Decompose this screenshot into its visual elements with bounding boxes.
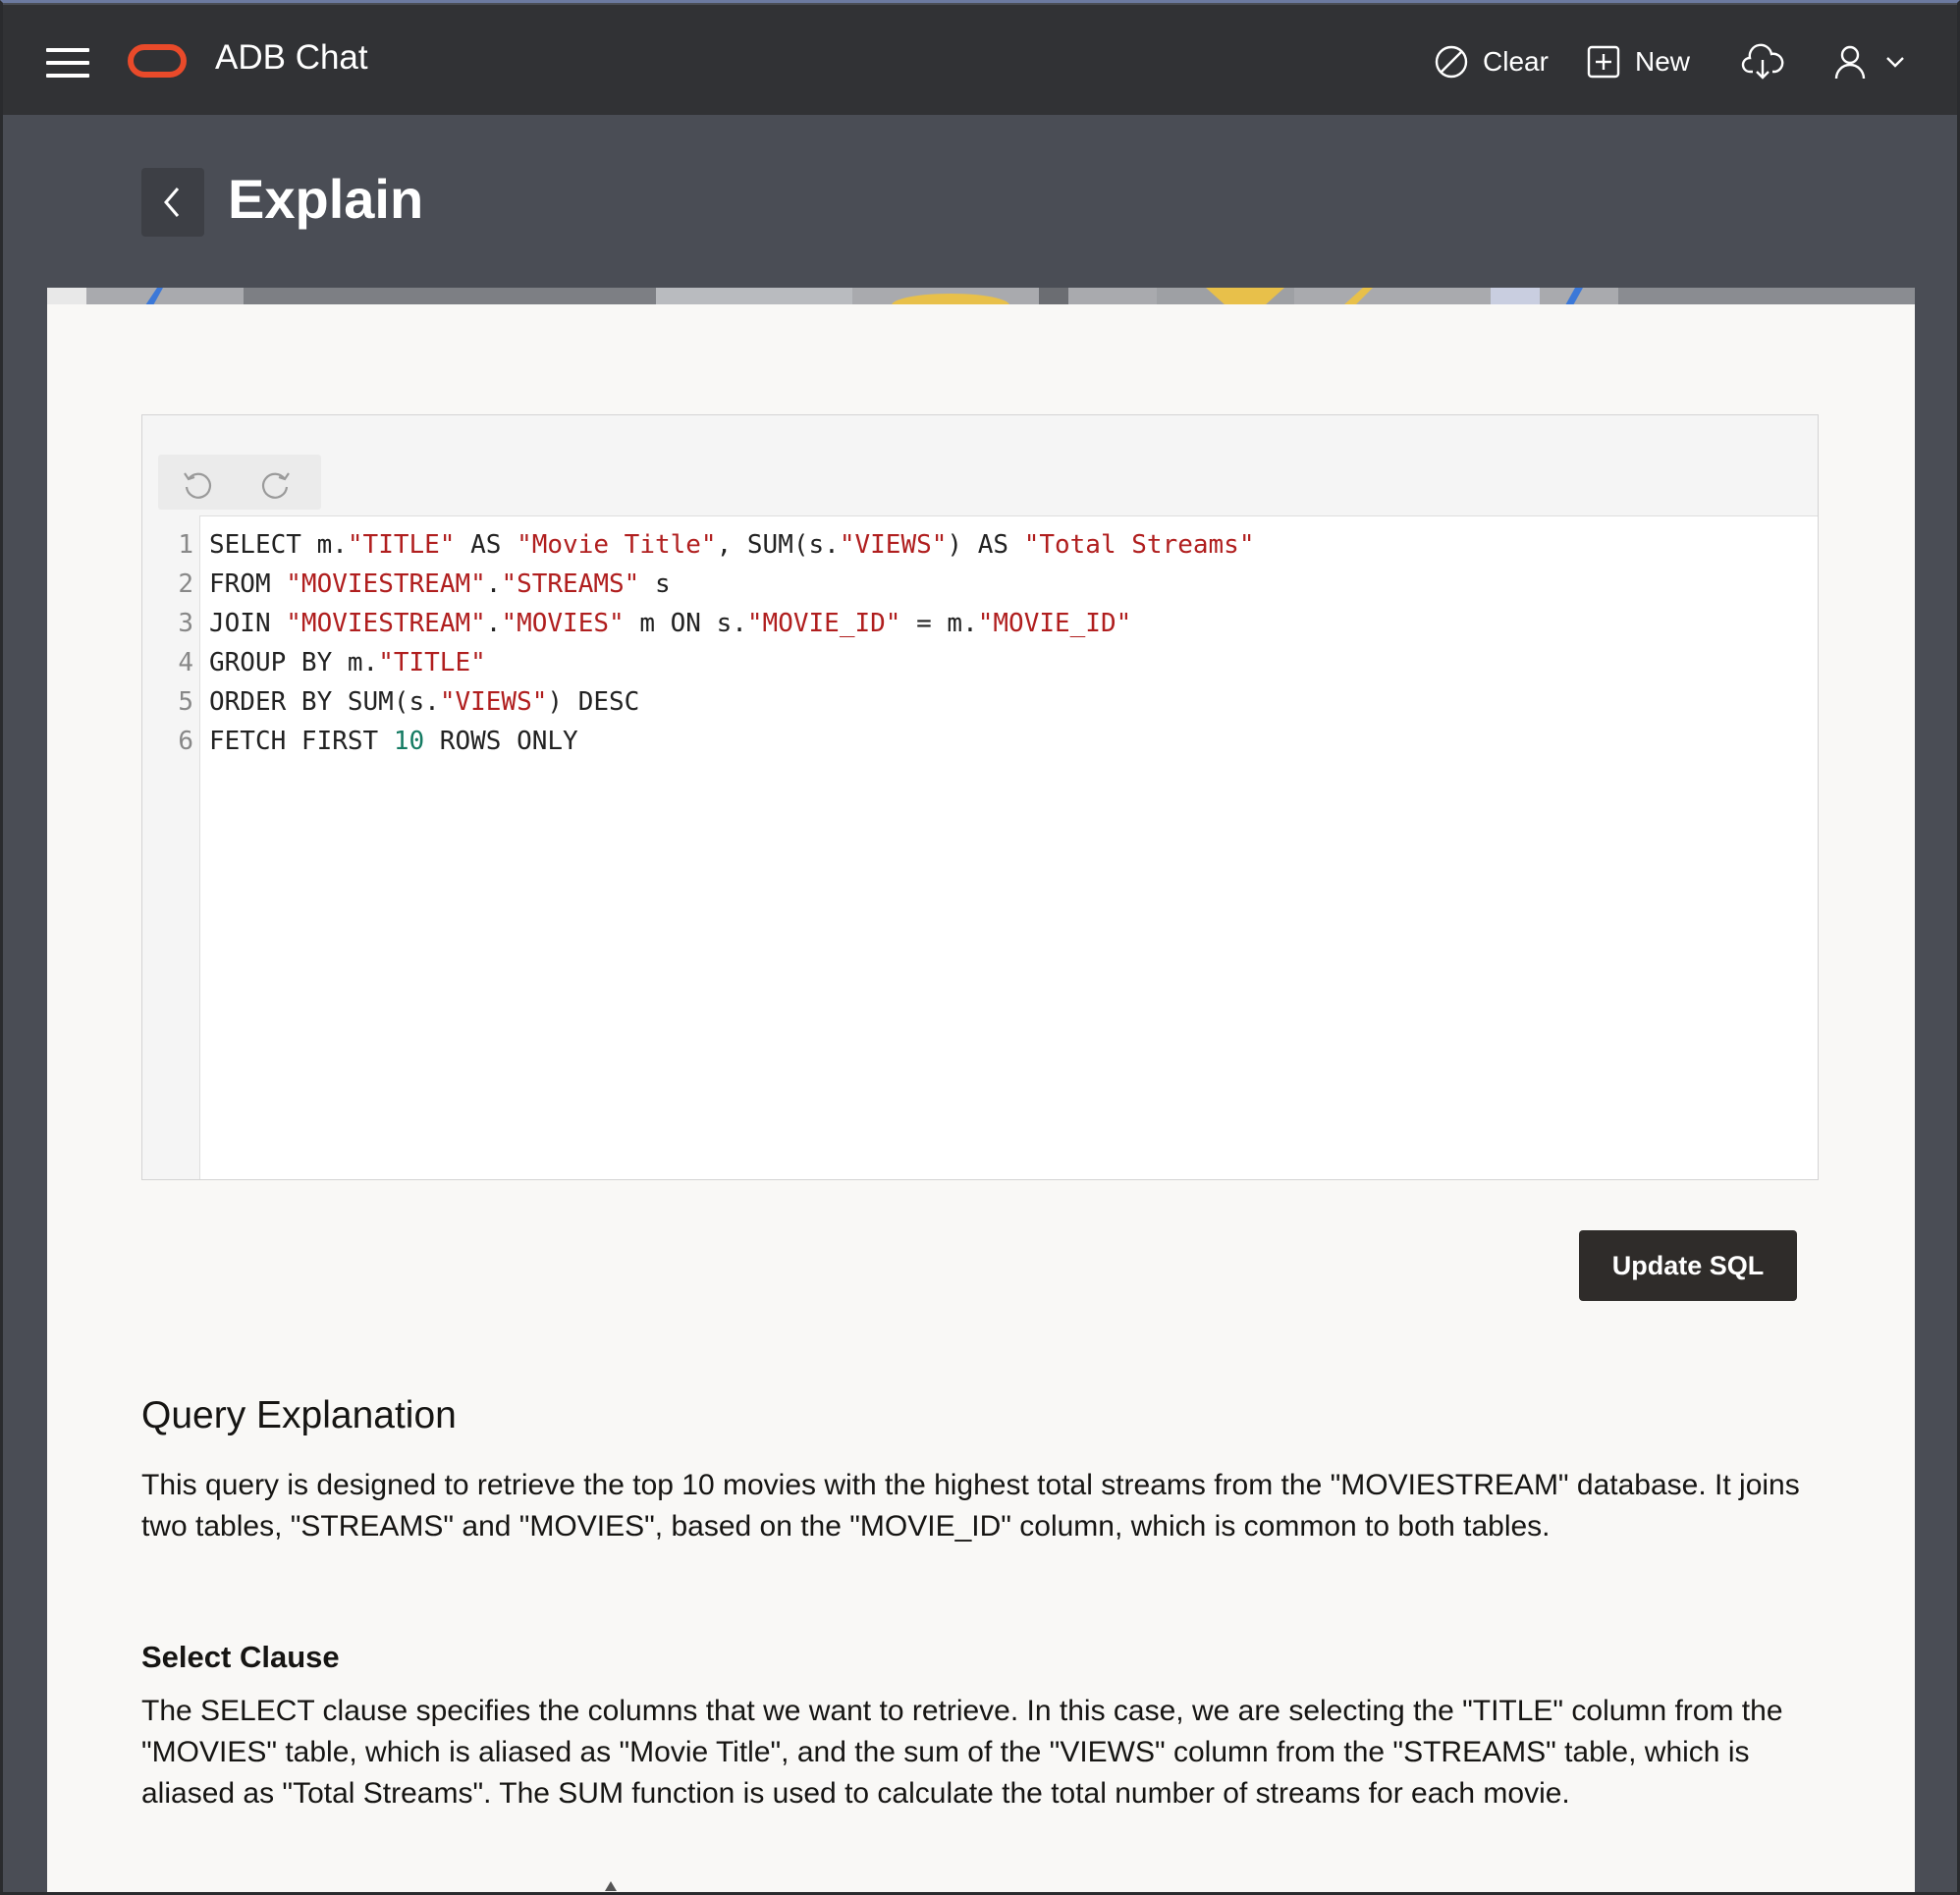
chevron-down-icon — [1886, 57, 1904, 68]
code-token: 10 — [393, 727, 425, 756]
code-token: "Movie Title" — [517, 530, 717, 560]
code-text: FETCH FIRST 10 ROWS ONLY — [209, 722, 578, 761]
undo-button[interactable] — [178, 464, 217, 504]
redo-button[interactable] — [256, 464, 296, 504]
code-token: JOIN — [209, 609, 287, 638]
line-number: 4 — [178, 648, 193, 677]
download-button[interactable] — [1741, 34, 1784, 89]
chevron-left-icon — [164, 188, 180, 217]
banner-art — [47, 288, 1915, 305]
download-icon — [1741, 43, 1784, 80]
clear-button[interactable]: Clear — [1434, 34, 1549, 89]
explanation-title: Query Explanation — [141, 1394, 457, 1436]
code-token: AS — [455, 530, 517, 560]
app-title: ADB Chat — [215, 38, 368, 77]
code-line[interactable]: 4 GROUP BY m."TITLE" — [142, 643, 1818, 682]
code-line[interactable]: 3 JOIN "MOVIESTREAM"."MOVIES" m ON s."MOV… — [142, 604, 1818, 643]
code-token: ) AS — [947, 530, 1024, 560]
code-line[interactable]: 5 ORDER BY SUM(s."VIEWS") DESC — [142, 682, 1818, 722]
code-token: "MOVIESTREAM" — [286, 569, 486, 599]
code-token: ORDER BY SUM(s. — [209, 687, 440, 717]
code-token: "MOVIE_ID" — [746, 609, 901, 638]
code-token: s — [639, 569, 671, 599]
menu-icon[interactable] — [46, 48, 89, 78]
code-token: GROUP BY m. — [209, 648, 379, 677]
clear-icon — [1435, 45, 1468, 79]
mouse-cursor — [605, 1881, 617, 1891]
page-title: Explain — [228, 168, 424, 230]
undo-icon — [184, 472, 212, 499]
code-token: "TITLE" — [347, 530, 456, 560]
code-token: m ON s. — [624, 609, 747, 638]
oracle-logo — [128, 44, 187, 78]
code-line[interactable]: 2 FROM "MOVIESTREAM"."STREAMS" s — [142, 565, 1818, 604]
editor-toolbar — [142, 415, 1818, 516]
code-token: ) DESC — [547, 687, 640, 717]
code-token: SELECT m. — [209, 530, 348, 560]
code-text: JOIN "MOVIESTREAM"."MOVIES" m ON s."MOVI… — [209, 604, 1131, 643]
line-number: 1 — [178, 530, 193, 560]
code-token: FETCH FIRST — [209, 727, 394, 756]
app-header: ADB Chat Clear New — [3, 5, 1957, 115]
code-area[interactable]: 1 SELECT m."TITLE" AS "Movie Title", SUM(… — [142, 525, 1818, 761]
undo-redo-group — [158, 455, 321, 510]
code-text: SELECT m."TITLE" AS "Movie Title", SUM(s… — [209, 525, 1255, 565]
code-token: "TITLE" — [378, 648, 486, 677]
user-icon — [1834, 45, 1866, 80]
code-token: . — [485, 569, 502, 599]
update-sql-button[interactable]: Update SQL — [1579, 1230, 1797, 1301]
new-label: New — [1635, 46, 1691, 77]
clear-label: Clear — [1483, 46, 1549, 77]
code-line[interactable]: 6 FETCH FIRST 10 ROWS ONLY — [142, 722, 1818, 761]
line-number: 6 — [178, 727, 193, 756]
code-text: ORDER BY SUM(s."VIEWS") DESC — [209, 682, 639, 722]
user-menu-button[interactable] — [1831, 34, 1908, 89]
redo-icon — [261, 472, 290, 499]
code-token: "MOVIE_ID" — [977, 609, 1132, 638]
code-token: "STREAMS" — [501, 569, 640, 599]
code-token: "MOVIES" — [501, 609, 625, 638]
decorative-banner — [47, 288, 1915, 305]
code-token: FROM — [209, 569, 287, 599]
code-token: "VIEWS" — [839, 530, 948, 560]
code-token: , SUM(s. — [716, 530, 840, 560]
select-clause-title: Select Clause — [141, 1640, 340, 1674]
code-token: = m. — [900, 609, 978, 638]
code-line[interactable]: 1 SELECT m."TITLE" AS "Movie Title", SUM(… — [142, 525, 1818, 565]
code-token: "MOVIESTREAM" — [286, 609, 486, 638]
line-number: 5 — [178, 687, 193, 717]
line-number: 3 — [178, 609, 193, 638]
code-text: GROUP BY m."TITLE" — [209, 643, 486, 682]
code-token: "VIEWS" — [439, 687, 548, 717]
code-token: . — [485, 609, 502, 638]
line-number: 2 — [178, 569, 193, 599]
back-button[interactable] — [141, 168, 204, 237]
content-card: 1 SELECT m."TITLE" AS "Movie Title", SUM(… — [47, 304, 1915, 1895]
code-token: "Total Streams" — [1023, 530, 1255, 560]
select-clause-text: The SELECT clause specifies the columns … — [141, 1695, 1783, 1810]
sql-editor[interactable]: 1 SELECT m."TITLE" AS "Movie Title", SUM(… — [141, 414, 1819, 1180]
new-button[interactable]: New — [1586, 34, 1690, 89]
new-icon — [1587, 45, 1620, 79]
code-text: FROM "MOVIESTREAM"."STREAMS" s — [209, 565, 671, 604]
explanation-intro: This query is designed to retrieve the t… — [141, 1469, 1800, 1543]
code-token: ROWS ONLY — [424, 727, 578, 756]
